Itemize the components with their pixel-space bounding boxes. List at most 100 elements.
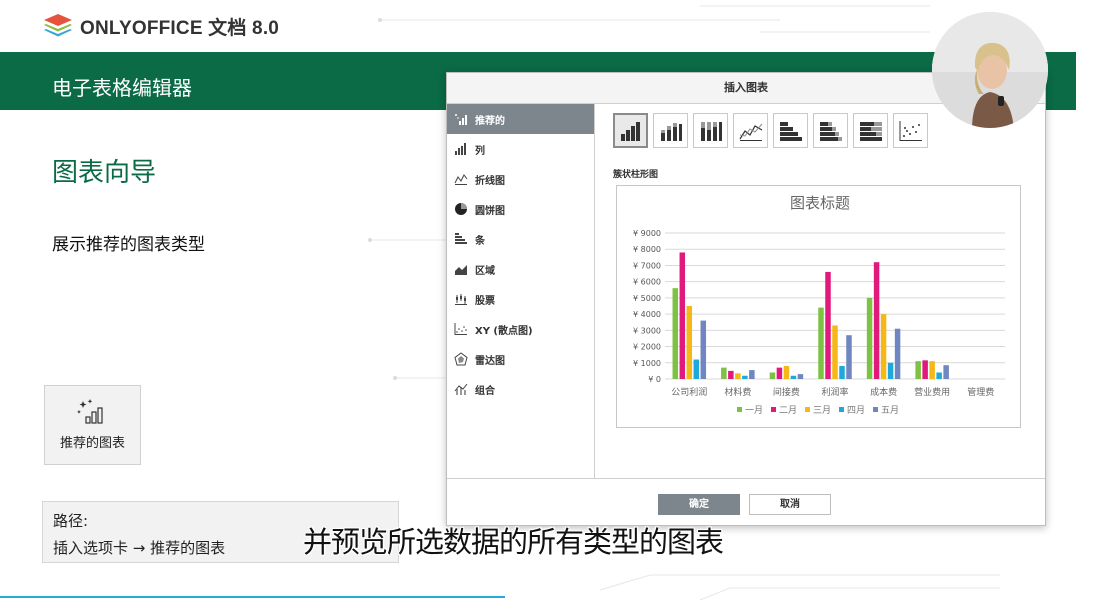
stacked-column-icon [660, 122, 682, 141]
chart-bar [693, 359, 700, 379]
category-bar[interactable]: 条 [447, 224, 594, 254]
legend-label: 二月 [779, 405, 797, 416]
scatter-icon [453, 322, 469, 336]
y-tick-label: ¥ 3000 [633, 326, 661, 335]
ok-button[interactable]: 确定 [658, 494, 740, 515]
category-label: 条 [475, 235, 485, 247]
bar-icon [453, 232, 469, 246]
y-tick-label: ¥ 9000 [633, 229, 661, 238]
chart-bar [873, 262, 880, 379]
chart-type-stacked-bar[interactable] [813, 113, 848, 148]
x-tick-label: 营业费用 [914, 386, 950, 398]
recommended-charts-button[interactable]: 推荐的图表 [44, 385, 141, 465]
chart-bar [735, 373, 741, 379]
y-tick-label: ¥ 7000 [633, 261, 661, 270]
chart-bar [818, 307, 824, 379]
legend-label: 三月 [813, 405, 831, 416]
category-scatter[interactable]: XY (散点图) [447, 314, 594, 344]
category-label: 股票 [475, 295, 495, 307]
y-tick-label: ¥ 0 [648, 375, 661, 384]
chart-bar [915, 361, 921, 379]
chart-bar [776, 367, 783, 379]
banner-title: 电子表格编辑器 [52, 76, 192, 100]
category-label: 列 [475, 145, 485, 157]
scatter-chart-icon [899, 120, 922, 141]
clustered-column-icon [620, 121, 640, 141]
onlyoffice-logo-icon [44, 14, 72, 37]
chart-type-scatter[interactable] [893, 113, 928, 148]
chart-bar [721, 367, 727, 379]
chart-bar [880, 314, 887, 379]
legend-swatch [873, 407, 878, 412]
chart-type-gallery [613, 113, 928, 148]
category-label: 折线图 [475, 175, 505, 187]
chart-bar [749, 370, 755, 379]
chart-category-list: 推荐的 列 折线图 圆饼图 条 区域 股票 XY (散点图) 雷达图 组合 [447, 104, 595, 478]
category-combo[interactable]: 组合 [447, 374, 594, 404]
recommended-icon [453, 112, 469, 126]
category-recommended[interactable]: 推荐的 [447, 104, 594, 134]
recommended-chart-icon [76, 399, 103, 424]
legend-label: 五月 [881, 405, 899, 416]
presenter-webcam [932, 12, 1048, 128]
clustered-bar-icon [779, 121, 802, 141]
x-tick-label: 间接费 [773, 386, 800, 398]
chart-type-100-stacked-bar[interactable] [853, 113, 888, 148]
y-tick-label: ¥ 2000 [633, 343, 661, 352]
section-title: 图表向导 [52, 158, 157, 188]
cancel-button[interactable]: 取消 [749, 494, 831, 515]
legend-swatch [771, 407, 776, 412]
onlyoffice-logo: ONLYOFFICE 文档 8.0 [42, 12, 279, 40]
category-area[interactable]: 区域 [447, 254, 594, 284]
chart-type-stacked-column[interactable] [653, 113, 688, 148]
category-label: 推荐的 [475, 115, 505, 127]
insert-chart-dialog: 插入图表 推荐的 列 折线图 圆饼图 条 区域 股票 XY (散点图) 雷达图 … [446, 72, 1046, 526]
category-label: XY (散点图) [475, 325, 533, 337]
chart-bar [866, 297, 873, 379]
chart-bar [825, 271, 831, 379]
category-line[interactable]: 折线图 [447, 164, 594, 194]
category-label: 组合 [475, 385, 495, 397]
chart-title: 图表标题 [790, 194, 850, 212]
chart-bar [700, 320, 707, 379]
recommended-charts-label: 推荐的图表 [59, 436, 125, 451]
chart-bar [769, 372, 776, 379]
chart-type-line[interactable] [733, 113, 768, 148]
video-subtitle: 并预览所选数据的所有类型的图表 [303, 525, 724, 559]
chart-type-clustered-column[interactable] [613, 113, 648, 148]
presenter-avatar [932, 12, 1048, 128]
100-stacked-column-icon [700, 121, 722, 141]
line-icon [453, 172, 469, 186]
chart-preview-svg: 图表标题 ¥ 0 ¥ 1000 ¥ 2000 ¥ 3000 ¥ 4000 ¥ 5000 ¥ 6… [633, 194, 1005, 416]
category-label: 区域 [475, 265, 495, 277]
category-label: 圆饼图 [475, 205, 505, 217]
pie-icon [453, 202, 469, 216]
chart-bar [936, 372, 942, 379]
y-tick-label: ¥ 5000 [633, 294, 661, 303]
category-stock[interactable]: 股票 [447, 284, 594, 314]
chart-type-clustered-bar[interactable] [773, 113, 808, 148]
logo-text: ONLYOFFICE 文档 8.0 [80, 17, 280, 39]
category-radar[interactable]: 雷达图 [447, 344, 594, 374]
radar-icon [453, 352, 469, 366]
chart-bar [922, 360, 928, 379]
category-column[interactable]: 列 [447, 134, 594, 164]
chart-bar [672, 288, 679, 379]
chart-bar [929, 361, 935, 379]
category-label: 雷达图 [475, 355, 505, 367]
legend-swatch [839, 407, 844, 412]
selected-chart-type-label: 簇状柱形图 [613, 170, 659, 180]
chart-bar [679, 252, 686, 379]
x-tick-label: 成本费 [870, 386, 897, 398]
x-tick-label: 公司利润 [671, 386, 707, 398]
chart-bar [943, 365, 949, 379]
chart-bar [686, 306, 693, 379]
chart-bar [894, 328, 901, 379]
video-progress-bar [0, 596, 505, 598]
legend-label: 四月 [847, 405, 865, 416]
chart-preview: 图表标题 ¥ 0 ¥ 1000 ¥ 2000 ¥ 3000 ¥ 4000 ¥ 5000 ¥ 6… [616, 185, 1021, 428]
chart-type-100-stacked-column[interactable] [693, 113, 728, 148]
category-pie[interactable]: 圆饼图 [447, 194, 594, 224]
legend-label: 一月 [745, 405, 763, 416]
stock-icon [453, 292, 469, 306]
